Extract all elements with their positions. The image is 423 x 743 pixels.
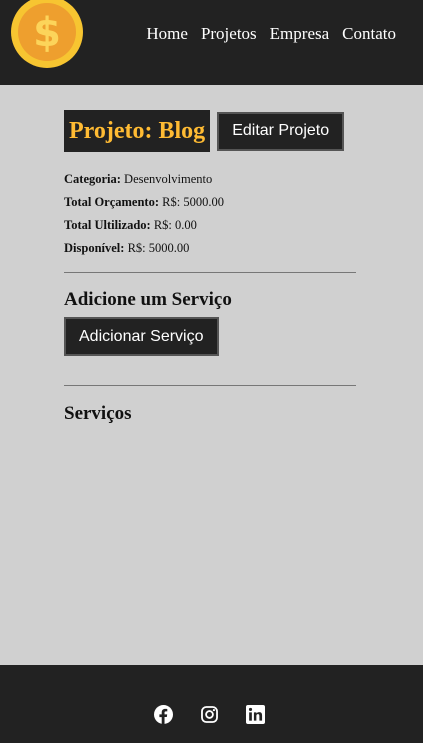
detail-label: Total Ultilizado: <box>64 218 151 232</box>
detail-label: Categoria: <box>64 172 121 186</box>
nav-link-contato[interactable]: Contato <box>342 24 396 44</box>
navbar: $ Home Projetos Empresa Contato <box>0 0 423 85</box>
detail-label: Total Orçamento: <box>64 195 160 209</box>
footer <box>0 665 423 743</box>
detail-total-utilizado: Total Ultilizado: R$: 0.00 <box>64 214 356 237</box>
svg-text:$: $ <box>33 10 61 56</box>
facebook-icon[interactable] <box>154 705 173 724</box>
add-service-button[interactable]: Adicionar Serviço <box>64 317 219 356</box>
nav-links: Home Projetos Empresa Contato <box>146 24 396 44</box>
detail-value: R$: 0.00 <box>153 218 197 232</box>
dollar-coin-logo[interactable]: $ <box>10 0 84 70</box>
divider <box>64 385 356 386</box>
detail-value: Desenvolvimento <box>124 172 213 186</box>
edit-project-button[interactable]: Editar Projeto <box>217 111 345 151</box>
detail-label: Disponível: <box>64 241 125 255</box>
nav-link-empresa[interactable]: Empresa <box>270 24 329 44</box>
instagram-icon[interactable] <box>200 705 219 724</box>
linkedin-icon[interactable] <box>246 705 265 724</box>
detail-value: R$: 5000.00 <box>127 241 190 255</box>
social-links <box>154 705 265 724</box>
detail-value: R$: 5000.00 <box>162 195 224 209</box>
divider <box>64 272 356 273</box>
project-content: Projeto: Blog Editar Projeto Categoria: … <box>64 110 356 425</box>
nav-link-projetos[interactable]: Projetos <box>201 24 257 44</box>
detail-categoria: Categoria: Desenvolvimento <box>64 168 356 191</box>
add-service-heading: Adicione um Serviço <box>64 289 232 310</box>
services-heading: Serviços <box>64 403 132 424</box>
nav-link-home[interactable]: Home <box>146 24 188 44</box>
project-details: Categoria: Desenvolvimento Total Orçamen… <box>64 168 356 260</box>
project-title: Projeto: Blog <box>64 110 211 152</box>
title-row: Projeto: Blog Editar Projeto <box>64 110 356 152</box>
detail-disponivel: Disponível: R$: 5000.00 <box>64 237 356 260</box>
detail-total-orcamento: Total Orçamento: R$: 5000.00 <box>64 191 356 214</box>
